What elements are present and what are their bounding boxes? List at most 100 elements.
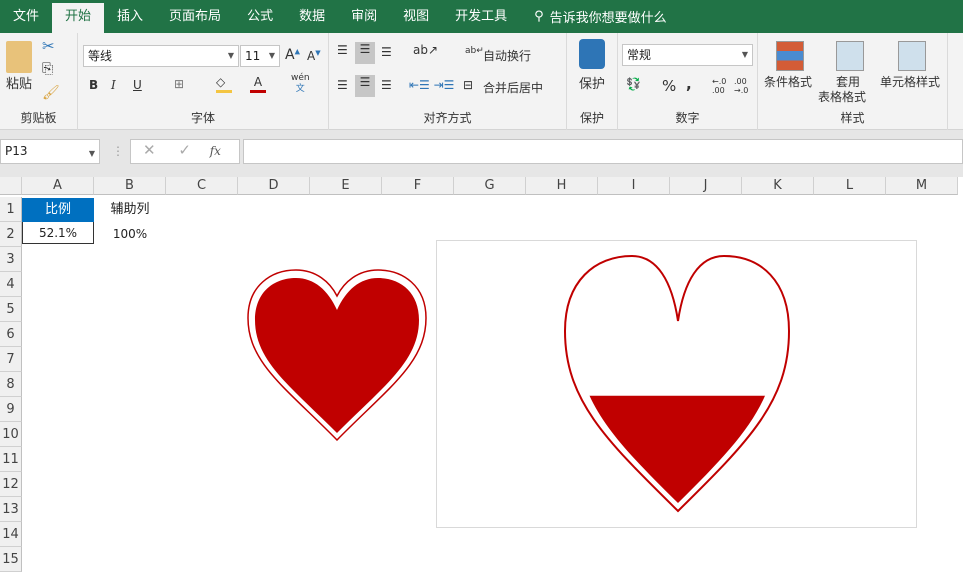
conditional-format-button[interactable]: 条件格式 — [764, 73, 812, 90]
row-header-4[interactable]: 4 — [0, 272, 22, 297]
italic-button[interactable]: I — [111, 78, 116, 92]
chevron-down-icon: ▼ — [227, 51, 234, 60]
column-header-K[interactable]: K — [742, 177, 814, 195]
name-box-value: P13 — [5, 144, 28, 158]
align-bottom-icon[interactable]: ☰ — [381, 45, 392, 59]
chart-area[interactable] — [436, 240, 917, 528]
format-table-button[interactable]: 表格格式 — [818, 88, 866, 105]
cell-styles-button[interactable]: 单元格样式 — [880, 73, 940, 90]
column-header-C[interactable]: C — [166, 177, 238, 195]
underline-button[interactable]: U — [133, 78, 142, 92]
bold-button[interactable]: B — [89, 78, 98, 92]
column-header-L[interactable]: L — [814, 177, 886, 195]
orientation-icon[interactable]: ab↗ — [413, 43, 438, 57]
percent-button[interactable]: % — [662, 77, 676, 95]
cancel-icon[interactable]: ✕ — [143, 141, 156, 159]
row-header-9[interactable]: 9 — [0, 397, 22, 422]
increase-decimal-icon[interactable]: ←.0.00 — [712, 77, 726, 95]
shrink-font-icon[interactable]: A▼ — [307, 49, 321, 63]
grow-font-icon[interactable]: A▲ — [285, 47, 300, 63]
align-left-icon[interactable]: ☰ — [337, 78, 348, 92]
number-format-select[interactable]: 常规 ▼ — [622, 44, 753, 66]
indent-icons[interactable]: ⇤☰ ⇥☰ — [409, 78, 454, 92]
group-protect: 保护 保护 — [567, 33, 618, 130]
insert-function-button[interactable]: fx — [210, 144, 221, 158]
row-header-14[interactable]: 14 — [0, 522, 22, 547]
tell-me-search[interactable]: ⚲ 告诉我你想要做什么 — [534, 7, 667, 26]
row-header-1[interactable]: 1 — [0, 197, 22, 222]
column-header-F[interactable]: F — [382, 177, 454, 195]
row-header-11[interactable]: 11 — [0, 447, 22, 472]
cut-icon[interactable]: ✂ — [42, 37, 55, 55]
chevron-down-icon: ▼ — [741, 50, 748, 59]
font-color-icon[interactable]: A — [250, 75, 266, 93]
protect-button[interactable]: 保护 — [579, 73, 605, 92]
column-header-E[interactable]: E — [310, 177, 382, 195]
column-header-B[interactable]: B — [94, 177, 166, 195]
tab-page-layout[interactable]: 页面布局 — [156, 0, 234, 33]
fill-color-icon[interactable]: ◇ — [216, 75, 232, 93]
paste-button[interactable]: 粘贴 — [6, 73, 32, 92]
column-header-M[interactable]: M — [886, 177, 958, 195]
format-painter-icon[interactable]: 🖌 — [42, 85, 60, 101]
group-font: 等线 ▼ 11 ▼ A▲ A▼ B I U ⊞ ◇ A wén 文 字体 — [78, 33, 329, 130]
font-name-select[interactable]: 等线 ▼ — [83, 45, 239, 67]
search-icon: ⚲ — [534, 9, 544, 24]
number-format-value: 常规 — [627, 48, 652, 62]
enter-icon[interactable]: ✓ — [178, 141, 191, 159]
currency-icon[interactable]: 💱 — [626, 77, 641, 91]
column-header-D[interactable]: D — [238, 177, 310, 195]
row-header-7[interactable]: 7 — [0, 347, 22, 372]
heart-chart-fill — [589, 395, 765, 503]
tab-insert[interactable]: 插入 — [104, 0, 156, 33]
tab-review[interactable]: 审阅 — [338, 0, 390, 33]
select-all-button[interactable] — [0, 177, 22, 195]
column-header-H[interactable]: H — [526, 177, 598, 195]
row-header-5[interactable]: 5 — [0, 297, 22, 322]
tab-data[interactable]: 数据 — [286, 0, 338, 33]
cell-B1[interactable]: 辅助列 — [94, 198, 166, 222]
group-label: 剪贴板 — [20, 111, 57, 125]
comma-button[interactable]: , — [686, 75, 692, 93]
heart-shape[interactable] — [246, 268, 428, 443]
group-label: 对齐方式 — [423, 111, 472, 125]
tab-home[interactable]: 开始 — [52, 3, 105, 33]
wrap-text-icon: ab↵ — [465, 46, 484, 56]
merge-center-button[interactable]: 合并后居中 — [483, 79, 543, 96]
row-header-10[interactable]: 10 — [0, 422, 22, 447]
cell-A1[interactable]: 比例 — [22, 198, 94, 222]
cell-styles-icon — [898, 41, 926, 71]
cell-A2[interactable]: 52.1% — [22, 222, 94, 244]
tab-formulas[interactable]: 公式 — [234, 0, 286, 33]
font-size-select[interactable]: 11 ▼ — [240, 45, 280, 67]
tab-view[interactable]: 视图 — [390, 0, 442, 33]
formula-input[interactable] — [243, 139, 963, 164]
row-header-15[interactable]: 15 — [0, 547, 22, 572]
row-header-8[interactable]: 8 — [0, 372, 22, 397]
row-header-6[interactable]: 6 — [0, 322, 22, 347]
font-size-value: 11 — [245, 49, 261, 63]
column-header-J[interactable]: J — [670, 177, 742, 195]
column-header-A[interactable]: A — [22, 177, 94, 195]
copy-icon[interactable]: ⎘ — [42, 61, 53, 77]
align-center-icon[interactable]: ☰ — [355, 75, 375, 97]
cell-B2[interactable]: 100% — [94, 223, 166, 245]
decrease-decimal-icon[interactable]: .00 →.0 — [734, 77, 748, 95]
align-top-icon[interactable]: ☰ — [337, 43, 348, 57]
row-header-2[interactable]: 2 — [0, 222, 22, 247]
column-header-I[interactable]: I — [598, 177, 670, 195]
row-header-12[interactable]: 12 — [0, 472, 22, 497]
phonetic-icon[interactable]: wén 文 — [291, 73, 310, 95]
column-header-G[interactable]: G — [454, 177, 526, 195]
wrap-text-button[interactable]: 自动换行 — [483, 47, 531, 64]
group-number: 常规 ▼ 💱 % , ←.0.00 .00 →.0 数字 — [618, 33, 758, 130]
align-middle-icon[interactable]: ☰ — [355, 42, 375, 64]
tab-developer[interactable]: 开发工具 — [442, 0, 520, 33]
name-box[interactable]: P13 ▼ — [0, 139, 100, 164]
border-icon[interactable]: ⊞ — [174, 77, 184, 91]
row-header-13[interactable]: 13 — [0, 497, 22, 522]
row-header-3[interactable]: 3 — [0, 247, 22, 272]
align-right-icon[interactable]: ☰ — [381, 78, 392, 92]
worksheet-grid[interactable]: 比例 辅助列 52.1% 100% ABCDEFGHIJKLM123456789… — [0, 177, 963, 572]
tab-file[interactable]: 文件 — [0, 0, 52, 33]
